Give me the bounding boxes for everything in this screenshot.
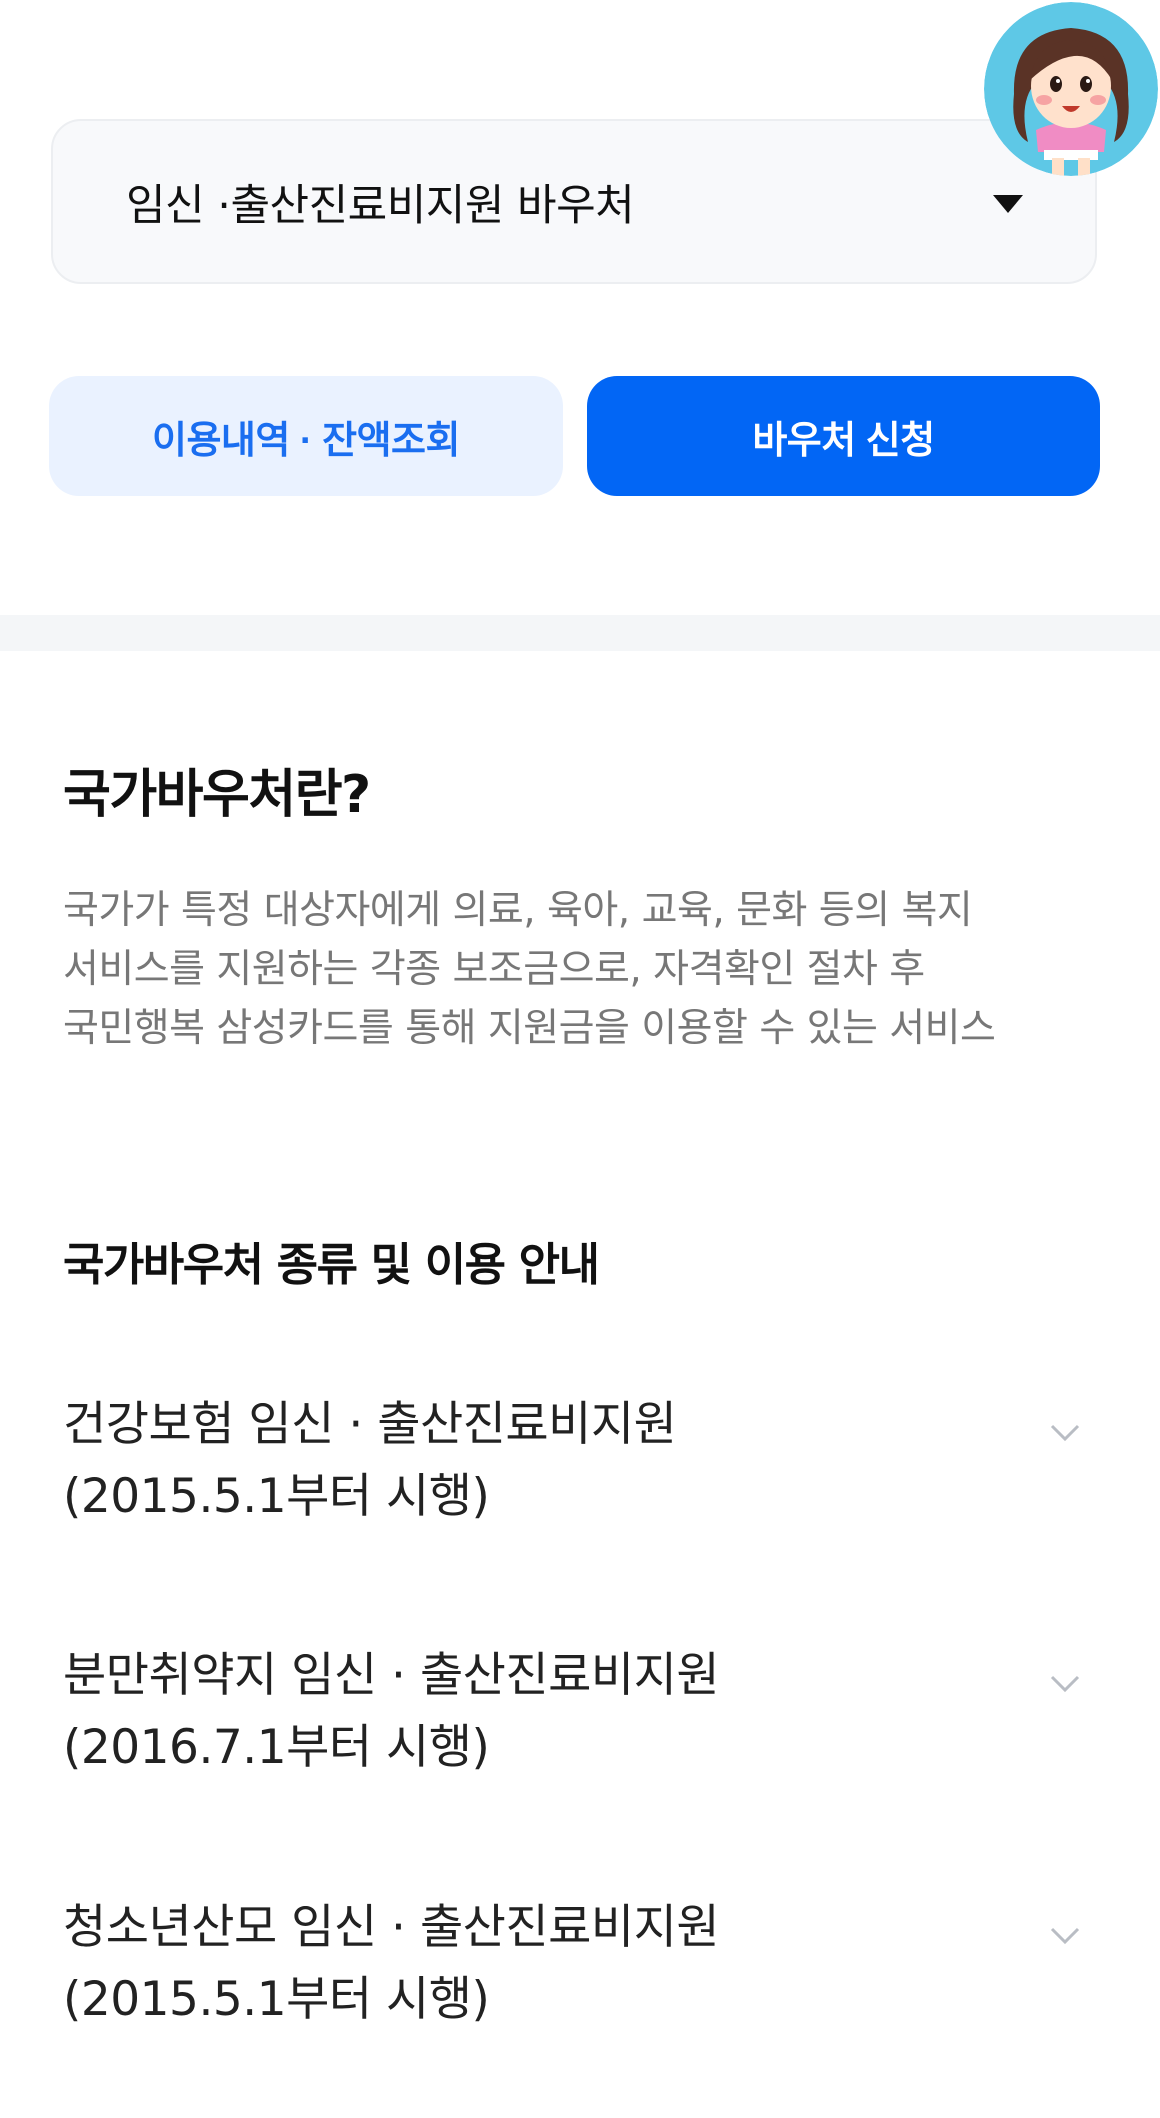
avatar[interactable] <box>984 2 1158 176</box>
accordion-item-date: (2015.5.1부터 시행) <box>63 1972 490 2027</box>
accordion-item-title: 청소년산모 임신 · 출산진료비지원 <box>63 1900 720 1955</box>
chevron-down-icon <box>1050 1927 1080 1945</box>
accordion-item-teen-mother[interactable]: 청소년산모 임신 · 출산진료비지원 (2015.5.1부터 시행) <box>63 1888 1103 2058</box>
accordion-item-health-insurance[interactable]: 건강보험 임신 · 출산진료비지원 (2015.5.1부터 시행) <box>63 1385 1103 1555</box>
voucher-type-select[interactable]: 임신 ·출산진료비지원 바우처 <box>51 119 1097 284</box>
usage-history-balance-button[interactable]: 이용내역 · 잔액조회 <box>49 376 563 496</box>
accordion-item-date: (2016.7.1부터 시행) <box>63 1720 490 1775</box>
accordion-item-date: (2015.5.1부터 시행) <box>63 1469 490 1524</box>
caret-down-icon <box>993 195 1023 213</box>
avatar-illustration-icon <box>984 2 1158 176</box>
chevron-down-icon <box>1050 1424 1080 1442</box>
accordion-item-title: 건강보험 임신 · 출산진료비지원 <box>63 1397 677 1452</box>
voucher-definition-title: 국가바우처란? <box>63 765 371 825</box>
voucher-type-selected-value: 임신 ·출산진료비지원 바우처 <box>126 180 635 231</box>
accordion-item-vulnerable-area[interactable]: 분만취약지 임신 · 출산진료비지원 (2016.7.1부터 시행) <box>63 1636 1103 1806</box>
accordion-item-title: 분만취약지 임신 · 출산진료비지원 <box>63 1648 720 1703</box>
apply-voucher-button[interactable]: 바우처 신청 <box>587 376 1100 496</box>
voucher-types-title: 국가바우처 종류 및 이용 안내 <box>63 1238 600 1291</box>
chevron-down-icon <box>1050 1675 1080 1693</box>
voucher-definition-text: 국가가 특정 대상자에게 의료, 육아, 교육, 문화 등의 복지 서비스를 지… <box>63 888 996 1051</box>
section-divider <box>0 615 1160 651</box>
